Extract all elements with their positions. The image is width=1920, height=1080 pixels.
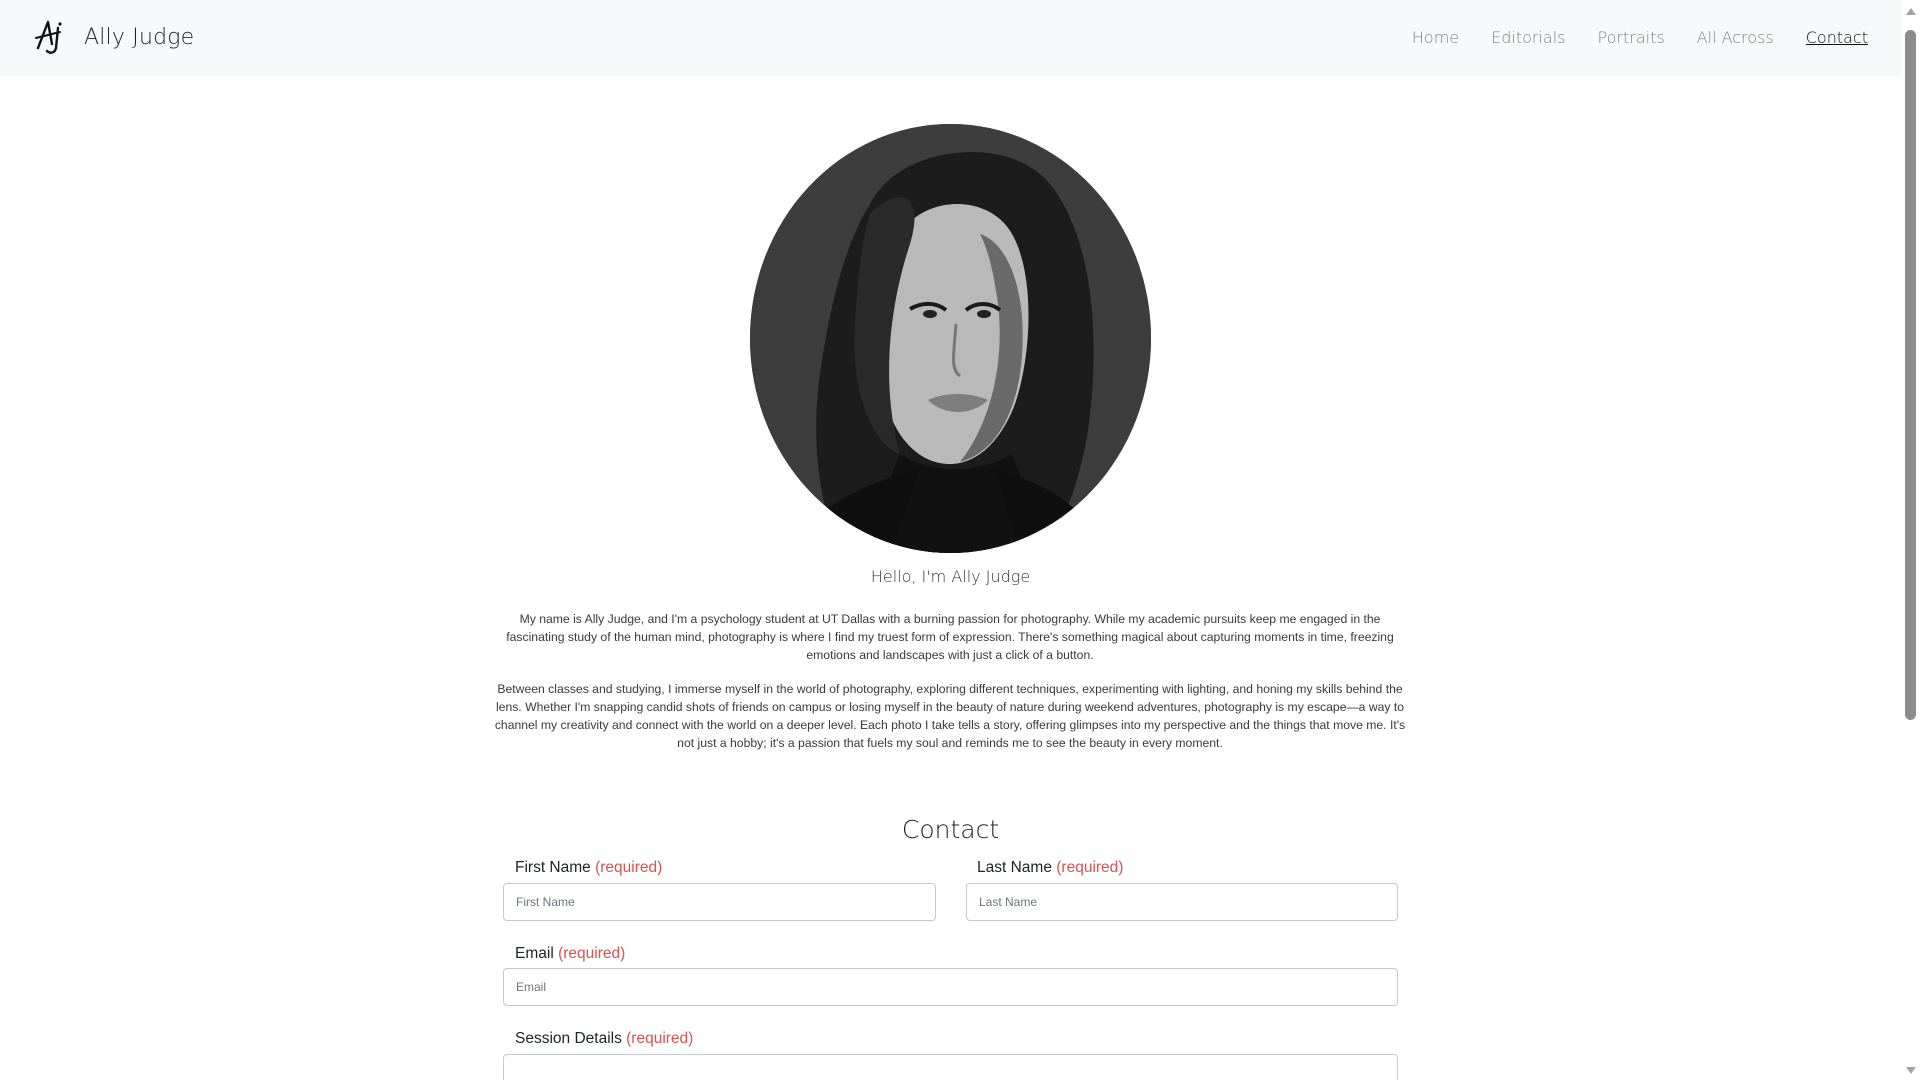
- required-marker: (required): [595, 859, 663, 876]
- last-name-label: Last Name (required): [977, 859, 1123, 877]
- email-label: Email (required): [515, 945, 625, 963]
- scroll-down-arrow-icon[interactable]: [1906, 1067, 1916, 1074]
- last-name-label-text: Last Name: [977, 859, 1052, 876]
- page-scrollbar[interactable]: [1901, 0, 1920, 1080]
- nav-all-across[interactable]: All Across: [1697, 28, 1774, 47]
- scroll-up-arrow-icon[interactable]: [1906, 8, 1916, 15]
- bio-paragraph-2: Between classes and studying, I immerse …: [494, 682, 1406, 750]
- top-navbar: Ally Judge Home Editorials Portraits All…: [0, 0, 1901, 76]
- nav-portraits[interactable]: Portraits: [1598, 28, 1665, 47]
- first-name-label-text: First Name: [515, 859, 591, 876]
- brand-link[interactable]: Ally Judge: [34, 18, 194, 56]
- profile-portrait: [750, 124, 1151, 553]
- signature-logo-icon: [35, 20, 62, 54]
- session-details-label-text: Session Details: [515, 1030, 622, 1047]
- first-name-input[interactable]: [503, 883, 936, 921]
- nav-contact[interactable]: Contact: [1806, 28, 1868, 47]
- email-input[interactable]: [503, 968, 1398, 1006]
- nav-editorials[interactable]: Editorials: [1491, 28, 1565, 47]
- session-details-textarea[interactable]: [503, 1054, 1398, 1080]
- bio-paragraph-1: My name is Ally Judge, and I'm a psychol…: [506, 612, 1394, 662]
- required-marker: (required): [626, 1030, 694, 1047]
- scrollbar-thumb[interactable]: [1905, 30, 1916, 720]
- required-marker: (required): [558, 945, 626, 962]
- brand-name[interactable]: Ally Judge: [84, 25, 194, 50]
- first-name-label: First Name (required): [515, 859, 662, 877]
- required-marker: (required): [1056, 859, 1124, 876]
- greeting-heading: Hello, I'm Ally Judge: [870, 567, 1031, 586]
- nav-links: Home Editorials Portraits All Across Con…: [1380, 28, 1868, 47]
- session-details-label: Session Details (required): [515, 1030, 693, 1048]
- nav-home[interactable]: Home: [1412, 28, 1459, 47]
- contact-heading: Contact: [901, 815, 1000, 844]
- portrait-image: [750, 124, 1151, 553]
- email-label-text: Email: [515, 945, 554, 962]
- last-name-input[interactable]: [966, 883, 1398, 921]
